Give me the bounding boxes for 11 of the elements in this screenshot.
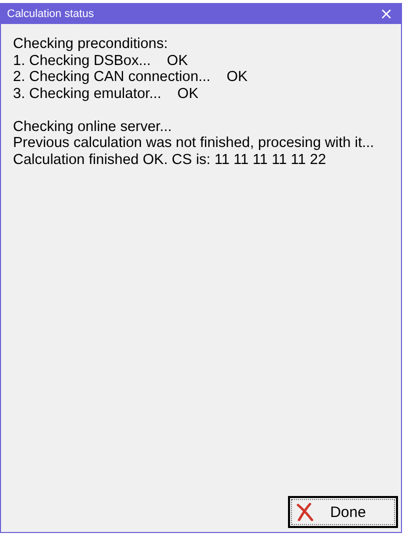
window-title: Calculation status	[7, 8, 94, 20]
status-text: 1. Checking DSBox... OK	[13, 52, 189, 69]
status-text: 3. Checking emulator... OK	[13, 86, 200, 102]
status-text: Checking preconditions:	[13, 36, 169, 52]
status-text: Previous calculation was not finished, procesing with it...	[13, 135, 376, 152]
done-button[interactable]: Done	[288, 496, 398, 528]
status-text: Calculation finished OK. CS is: 11 11 11 11 11 22	[13, 152, 328, 168]
cross-icon	[296, 503, 316, 521]
status-text: Checking online server...	[13, 118, 173, 135]
close-button[interactable]: ×	[372, 4, 401, 24]
status-text: 2. Checking CAN connection... OK	[13, 69, 249, 86]
